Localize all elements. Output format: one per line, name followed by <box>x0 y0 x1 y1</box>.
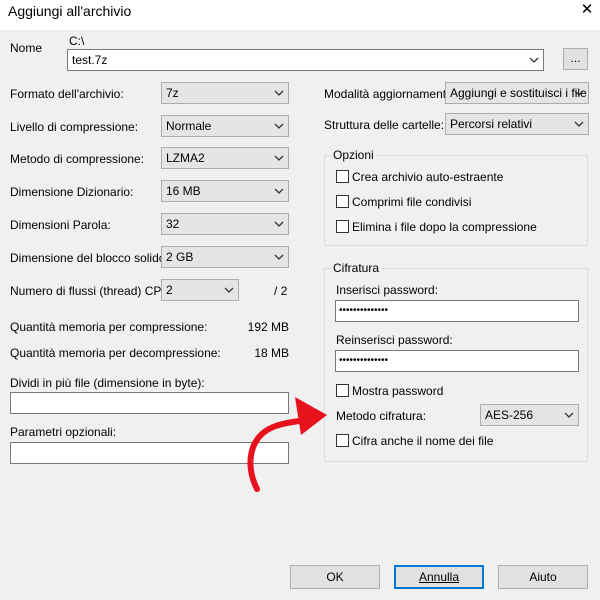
format-value: 7z <box>166 86 179 100</box>
browse-button[interactable]: ... <box>563 48 588 70</box>
method-select[interactable]: LZMA2 <box>161 147 289 169</box>
word-value: 32 <box>166 217 180 231</box>
show-password-label: Mostra password <box>352 384 444 398</box>
encrypt-names-label: Cifra anche il nome dei file <box>352 434 494 448</box>
delete-checkbox[interactable] <box>336 220 349 233</box>
reenter-password-label: Reinserisci password: <box>336 333 453 347</box>
encrypt-names-checkbox[interactable] <box>336 434 349 447</box>
chevron-down-icon <box>564 412 574 418</box>
mem-comp-label: Quantità memoria per compressione: <box>10 320 208 334</box>
dict-select[interactable]: 16 MB <box>161 180 289 202</box>
solid-label: Dimensione del blocco solido: <box>10 251 169 265</box>
sfx-label: Crea archivio auto-estraente <box>352 170 504 184</box>
level-label: Livello di compressione: <box>10 120 139 134</box>
mem-decomp-value: 18 MB <box>254 346 289 360</box>
solid-value: 2 GB <box>166 250 194 264</box>
chevron-down-icon <box>274 254 284 260</box>
split-label: Dividi in più file (dimensione in byte): <box>10 376 205 390</box>
update-select[interactable]: Aggiungi e sostituisci i file <box>445 82 589 104</box>
cancel-label: Annulla <box>418 570 460 584</box>
shared-label: Comprimi file condivisi <box>352 195 472 209</box>
enter-password-label: Inserisci password: <box>336 283 439 297</box>
chevron-down-icon <box>529 57 539 63</box>
archive-name-combobox[interactable]: test.7z <box>67 49 544 71</box>
threads-select[interactable]: 2 <box>161 279 239 301</box>
method-label: Metodo di compressione: <box>10 152 145 166</box>
level-value: Normale <box>166 119 212 133</box>
threads-total: / 2 <box>274 284 288 298</box>
dict-label: Dimensione Dizionario: <box>10 185 134 199</box>
archive-name-value: test.7z <box>72 53 108 67</box>
name-label: Nome <box>10 41 43 55</box>
enter-password-input[interactable]: •••••••••••••• <box>335 300 579 322</box>
chevron-down-icon <box>224 287 234 293</box>
red-arrow-annotation <box>247 397 327 492</box>
solid-select[interactable]: 2 GB <box>161 246 289 268</box>
encryption-title: Cifratura <box>331 261 382 275</box>
level-select[interactable]: Normale <box>161 115 289 137</box>
window-title: Aggiungi all'archivio <box>8 3 132 19</box>
sfx-checkbox[interactable] <box>336 170 349 183</box>
help-button[interactable]: Aiuto <box>498 565 588 589</box>
params-label: Parametri opzionali: <box>10 425 117 439</box>
chevron-down-icon <box>574 121 584 127</box>
chevron-down-icon <box>274 155 284 161</box>
chevron-down-icon <box>274 188 284 194</box>
chevron-down-icon <box>274 123 284 129</box>
word-label: Dimensioni Parola: <box>10 218 111 232</box>
archive-path: C:\ <box>69 34 85 48</box>
options-title: Opzioni <box>331 148 376 162</box>
chevron-down-icon <box>274 221 284 227</box>
paths-select[interactable]: Percorsi relativi <box>445 113 589 135</box>
dict-value: 16 MB <box>166 184 201 198</box>
delete-label: Elimina i file dopo la compressione <box>352 220 537 234</box>
mem-comp-value: 192 MB <box>247 320 289 334</box>
show-password-checkbox[interactable] <box>336 384 349 397</box>
update-value: Aggiungi e sostituisci i file <box>450 86 587 100</box>
threads-label: Numero di flussi (thread) CPU: <box>10 284 174 298</box>
close-button[interactable]: ✕ <box>574 0 600 22</box>
encryption-method-value: AES-256 <box>485 408 534 422</box>
format-select[interactable]: 7z <box>161 82 289 104</box>
reenter-password-input[interactable]: •••••••••••••• <box>335 350 579 372</box>
chevron-down-icon <box>274 90 284 96</box>
word-select[interactable]: 32 <box>161 213 289 235</box>
encryption-method-label: Metodo cifratura: <box>336 409 427 423</box>
threads-value: 2 <box>166 283 173 297</box>
cancel-button[interactable]: Annulla <box>394 565 484 589</box>
paths-label: Struttura delle cartelle: <box>324 118 445 132</box>
chevron-down-icon <box>574 90 584 96</box>
method-value: LZMA2 <box>166 151 205 165</box>
ok-button[interactable]: OK <box>290 565 380 589</box>
shared-checkbox[interactable] <box>336 195 349 208</box>
encryption-method-select[interactable]: AES-256 <box>480 404 579 426</box>
update-label: Modalità aggiornamento: <box>324 87 457 101</box>
mem-decomp-label: Quantità memoria per decompressione: <box>10 346 221 360</box>
paths-value: Percorsi relativi <box>450 117 533 131</box>
format-label: Formato dell'archivio: <box>10 87 124 101</box>
